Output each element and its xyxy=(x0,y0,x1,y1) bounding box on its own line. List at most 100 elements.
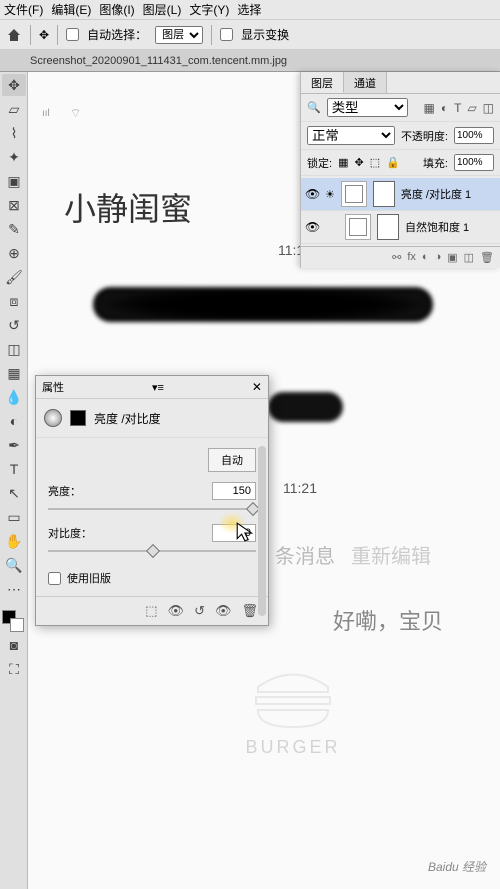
toggle-visibility-icon[interactable]: 👁 xyxy=(215,603,232,619)
type-tool[interactable]: T xyxy=(2,458,26,480)
home-icon[interactable] xyxy=(6,27,22,43)
show-transform-label: 显示变换 xyxy=(241,26,289,43)
properties-panel: 属性 ▾≡ ✕ 亮度 /对比度 自动 亮度： 对比度： 使用旧版 ⬚ 👁 ↺ 👁… xyxy=(35,375,269,626)
panel-menu-icon[interactable]: ▾≡ xyxy=(152,381,164,394)
brightness-input[interactable] xyxy=(212,482,256,500)
tab-layers[interactable]: 图层 xyxy=(301,72,344,93)
show-transform-checkbox[interactable] xyxy=(220,28,233,41)
move-tool[interactable]: ✥ xyxy=(2,74,26,96)
scrollbar[interactable] xyxy=(258,446,266,616)
zoom-tool[interactable]: 🔍 xyxy=(2,554,26,576)
fill-input[interactable] xyxy=(454,154,494,171)
layer-thumb[interactable] xyxy=(345,214,371,240)
clone-tool[interactable]: ⧈ xyxy=(2,290,26,312)
mask-icon[interactable]: ◐ xyxy=(422,251,429,264)
timestamp-2: 11:21 xyxy=(283,480,317,496)
contrast-input[interactable] xyxy=(212,524,256,542)
filter-shape-icon[interactable]: ▱ xyxy=(467,101,476,115)
marquee-tool[interactable]: ▱ xyxy=(2,98,26,120)
adjustment-icon[interactable]: ◑ xyxy=(435,251,442,264)
eyedropper-tool[interactable]: ✎ xyxy=(2,218,26,240)
blur-tool[interactable]: 💧 xyxy=(2,386,26,408)
layer-name[interactable]: 自然饱和度 1 xyxy=(405,219,469,235)
menu-bar: 文件(F) 编辑(E) 图像(I) 图层(L) 文字(Y) 选择 xyxy=(0,0,500,20)
view-previous-icon[interactable]: 👁 xyxy=(168,603,185,619)
layer-row[interactable]: 👁 ☀ 亮度 /对比度 1 xyxy=(301,178,500,211)
fill-label: 填充: xyxy=(423,155,448,171)
dodge-tool[interactable]: ◐ xyxy=(2,410,26,432)
filter-type-icon[interactable]: T xyxy=(454,101,461,115)
document-tab[interactable]: Screenshot_20200901_111431_com.tencent.m… xyxy=(30,55,287,67)
path-tool[interactable]: ↖ xyxy=(2,482,26,504)
filter-smart-icon[interactable]: ◫ xyxy=(483,101,494,115)
faded-text-1: 条消息 xyxy=(275,540,335,569)
tab-channels[interactable]: 通道 xyxy=(344,72,387,93)
visibility-icon[interactable]: 👁 xyxy=(305,220,319,234)
layer-mask[interactable] xyxy=(373,181,395,207)
auto-select-target[interactable]: 图层 xyxy=(155,26,203,44)
layer-mask[interactable] xyxy=(377,214,399,240)
crop-tool[interactable]: ▣ xyxy=(2,170,26,192)
document-tab-bar: Screenshot_20200901_111431_com.tencent.m… xyxy=(0,50,500,72)
layers-panel: 图层 通道 🔍 类型 ▦ ◐ T ▱ ◫ 正常 不透明度: 锁定: ▦ ✥ ⬚ … xyxy=(300,72,500,268)
menu-edit[interactable]: 编辑(E) xyxy=(51,1,91,18)
close-icon[interactable]: ✕ xyxy=(252,380,262,394)
blend-mode[interactable]: 正常 xyxy=(307,126,395,145)
menu-select[interactable]: 选择 xyxy=(237,1,261,18)
color-swatches[interactable] xyxy=(2,610,24,632)
pen-tool[interactable]: ✒ xyxy=(2,434,26,456)
lock-artboard-icon[interactable]: ⬚ xyxy=(370,156,380,169)
layer-name[interactable]: 亮度 /对比度 1 xyxy=(401,186,471,202)
options-bar: ✥ 自动选择： 图层 显示变换 xyxy=(0,20,500,50)
brightness-slider[interactable] xyxy=(48,508,256,510)
brightness-label: 亮度： xyxy=(48,486,81,498)
lock-pixels-icon[interactable]: ▦ xyxy=(338,156,348,169)
hand-tool[interactable]: ✋ xyxy=(2,530,26,552)
mask-thumb-icon xyxy=(70,410,86,426)
visibility-icon[interactable]: 👁 xyxy=(305,187,319,201)
legacy-checkbox[interactable] xyxy=(48,572,61,585)
quick-mask-icon[interactable]: ◙ xyxy=(2,634,26,656)
lock-label: 锁定: xyxy=(307,155,332,171)
reset-icon[interactable]: ↺ xyxy=(194,603,205,619)
chat-title: 小静闺蜜 xyxy=(44,154,212,260)
layer-thumb[interactable] xyxy=(341,181,367,207)
lock-position-icon[interactable]: ✥ xyxy=(354,156,363,169)
filter-pixel-icon[interactable]: ▦ xyxy=(424,101,435,115)
background-color[interactable] xyxy=(10,618,24,632)
redaction-brush-2 xyxy=(268,392,343,422)
layer-row[interactable]: 👁 自然饱和度 1 xyxy=(301,211,500,244)
eraser-tool[interactable]: ◫ xyxy=(2,338,26,360)
edit-toolbar[interactable]: ⋯ xyxy=(2,578,26,600)
burger-watermark: BURGER xyxy=(228,662,358,758)
filter-adjust-icon[interactable]: ◐ xyxy=(441,101,448,115)
history-brush-tool[interactable]: ↺ xyxy=(2,314,26,336)
lasso-tool[interactable]: ⌇ xyxy=(2,122,26,144)
group-icon[interactable]: ▣ xyxy=(447,251,457,264)
move-tool-icon: ✥ xyxy=(39,28,49,42)
auto-select-checkbox[interactable] xyxy=(66,28,79,41)
gradient-tool[interactable]: ▦ xyxy=(2,362,26,384)
trash-icon[interactable]: 🗑 xyxy=(480,251,494,264)
healing-tool[interactable]: ⊕ xyxy=(2,242,26,264)
menu-image[interactable]: 图像(I) xyxy=(99,1,134,18)
screen-mode-icon[interactable]: ⛶ xyxy=(2,658,26,680)
layer-filter-kind[interactable]: 类型 xyxy=(327,98,409,117)
menu-layer[interactable]: 图层(L) xyxy=(143,1,182,18)
new-layer-icon[interactable]: ◫ xyxy=(464,251,474,264)
delete-icon[interactable]: 🗑 xyxy=(241,603,258,619)
faded-text-3: 好嘞，宝贝 xyxy=(333,604,443,636)
link-icon[interactable]: ⚯ xyxy=(392,251,401,264)
brush-tool[interactable]: 🖌 xyxy=(2,266,26,288)
auto-button[interactable]: 自动 xyxy=(208,448,256,472)
fx-icon[interactable]: fx xyxy=(407,251,416,264)
shape-tool[interactable]: ▭ xyxy=(2,506,26,528)
magic-wand-tool[interactable]: ✦ xyxy=(2,146,26,168)
menu-text[interactable]: 文字(Y) xyxy=(189,1,229,18)
lock-all-icon[interactable]: 🔒 xyxy=(386,156,400,169)
frame-tool[interactable]: ⊠ xyxy=(2,194,26,216)
clip-icon[interactable]: ⬚ xyxy=(145,603,157,619)
opacity-input[interactable] xyxy=(454,127,494,144)
menu-file[interactable]: 文件(F) xyxy=(4,1,43,18)
contrast-slider[interactable] xyxy=(48,550,256,552)
